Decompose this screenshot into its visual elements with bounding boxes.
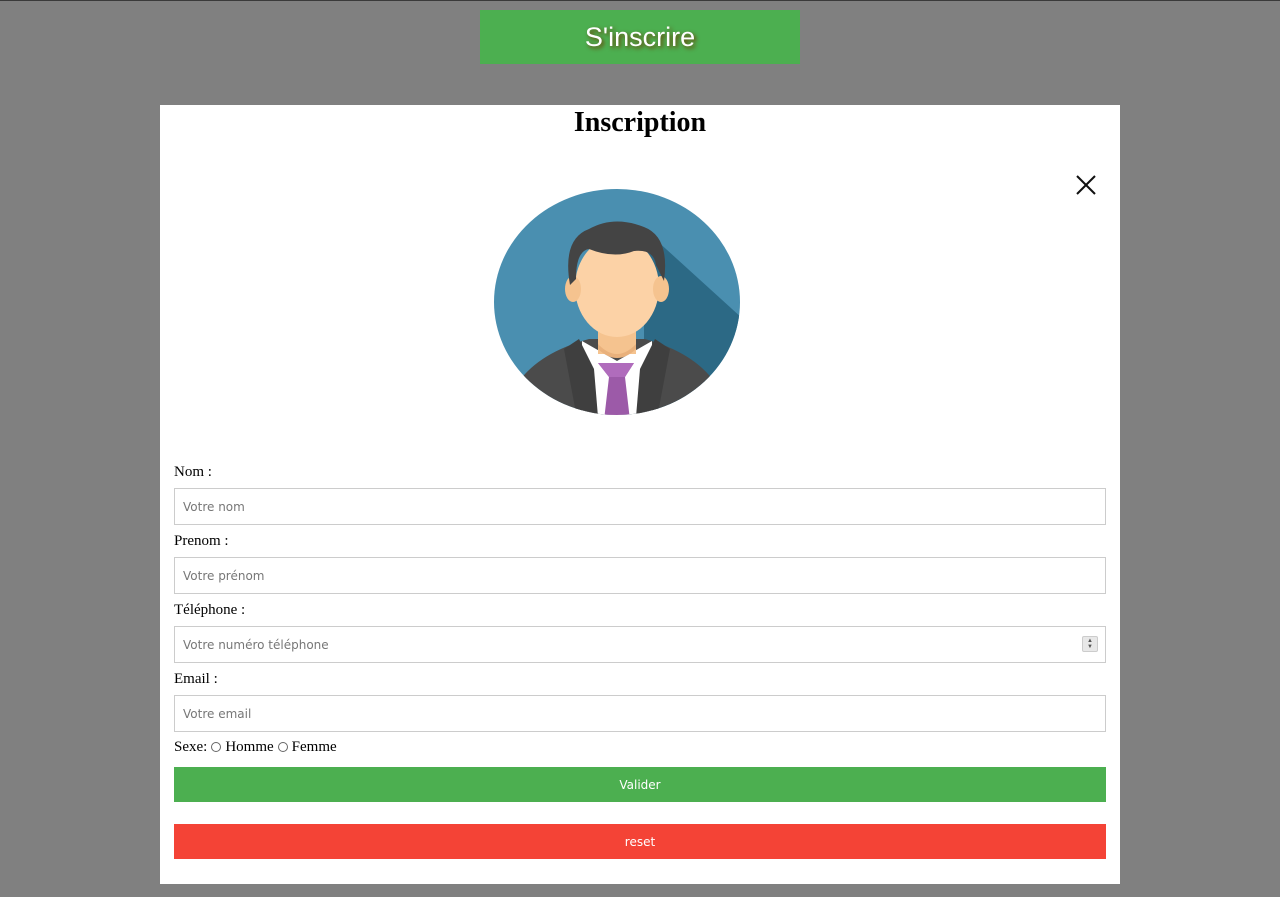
nom-label: Nom : bbox=[174, 464, 212, 480]
radio-homme-label: Homme bbox=[225, 739, 274, 755]
signup-modal: Inscription Nom: Votre nom Prenom: Vot… bbox=[160, 105, 1120, 884]
signup-open-button[interactable]: S'inscrire bbox=[480, 10, 800, 64]
top-border bbox=[0, 0, 1280, 1]
telephone-input[interactable] bbox=[174, 626, 1106, 663]
radio-femme-label: Femme bbox=[291, 739, 337, 755]
prenom-label: Prenom : bbox=[174, 533, 229, 549]
sexe-group: Sexe: Homme Femme bbox=[174, 739, 337, 756]
email-label: Email : bbox=[174, 671, 218, 687]
close-icon[interactable] bbox=[1073, 172, 1099, 198]
nom-input[interactable] bbox=[174, 488, 1106, 525]
prenom-input[interactable] bbox=[174, 557, 1106, 594]
sexe-label: Sexe: bbox=[174, 739, 208, 755]
user-avatar-icon bbox=[494, 189, 740, 415]
modal-title: Inscription bbox=[573, 107, 707, 138]
chevron-down-icon: ▼ bbox=[1087, 644, 1093, 650]
valider-button[interactable]: Valider bbox=[174, 767, 1106, 802]
email-input[interactable] bbox=[174, 695, 1106, 732]
reset-button[interactable]: reset bbox=[174, 824, 1106, 859]
telephone-label: Téléphone : bbox=[174, 602, 246, 618]
telephone-spinner[interactable]: ▲ ▼ bbox=[1082, 636, 1098, 652]
radio-femme[interactable] bbox=[277, 741, 288, 752]
radio-homme[interactable] bbox=[211, 741, 222, 752]
